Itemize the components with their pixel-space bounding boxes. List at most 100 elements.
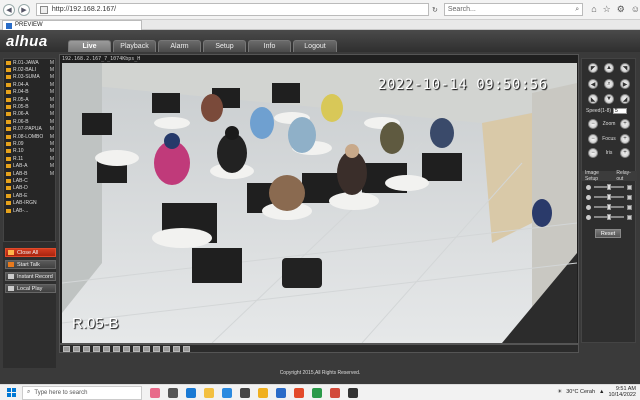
layout-custom-icon[interactable] [103, 345, 110, 352]
hue-slider[interactable] [586, 203, 634, 211]
stream-icon[interactable] [163, 345, 170, 352]
channel-item[interactable]: R.06-A M [4, 111, 55, 118]
slider-track[interactable] [594, 194, 624, 200]
channel-stream-badge[interactable]: M [50, 111, 54, 117]
contrast-slider[interactable] [586, 193, 634, 201]
channel-stream-badge[interactable]: M [50, 134, 54, 140]
widget-icon[interactable] [150, 387, 160, 398]
slider-reset-icon[interactable] [627, 214, 632, 220]
channel-stream-badge[interactable]: M [50, 163, 54, 169]
ptz-left-icon[interactable]: ◀ [588, 79, 598, 89]
file-explorer-icon[interactable] [204, 387, 214, 398]
tab-image-setup[interactable]: Image Setup [585, 170, 612, 182]
nav-logout[interactable]: Logout [293, 40, 337, 52]
channel-item[interactable]: R.08-LOMBO M [4, 133, 55, 140]
chrome-icon[interactable] [294, 387, 304, 398]
ptz-right-icon[interactable]: ▶ [620, 79, 630, 89]
channel-item[interactable]: R.05-B M [4, 103, 55, 110]
channel-item[interactable]: R.11 M [4, 155, 55, 162]
instant-record-button[interactable]: Instant Record [5, 272, 56, 281]
slider-thumb[interactable] [607, 204, 611, 210]
nav-live[interactable]: Live [68, 40, 111, 52]
layout-1-icon[interactable] [63, 345, 70, 352]
app-icon[interactable] [312, 387, 322, 398]
nav-playback[interactable]: Playback [113, 40, 156, 52]
channel-list[interactable]: R.01-JAWA M R.02-BALI M R.03-SUMA M R.04-A M R.0… [3, 58, 56, 242]
channel-stream-badge[interactable]: M [50, 89, 54, 95]
zoom-out-icon[interactable]: − [588, 119, 598, 129]
close-all-button[interactable]: Close All [5, 248, 56, 257]
browser-tab[interactable]: PREVIEW [2, 20, 142, 30]
start-button[interactable] [0, 385, 22, 400]
channel-stream-badge[interactable]: M [50, 82, 54, 88]
favorites-icon[interactable]: ☆ [603, 4, 611, 15]
audio-icon[interactable] [143, 345, 150, 352]
saturation-slider[interactable] [586, 213, 634, 221]
forward-button[interactable]: ▶ [17, 3, 30, 16]
channel-stream-badge[interactable]: M [50, 119, 54, 125]
folder-icon[interactable] [258, 387, 268, 398]
settings-gear-icon[interactable]: ⚙ [617, 4, 625, 15]
ptz-down-right-icon[interactable]: ◢ [620, 94, 630, 104]
home-icon[interactable]: ⌂ [591, 4, 596, 15]
ptz-up-icon[interactable]: ▲ [604, 63, 614, 73]
record-toggle-icon[interactable] [133, 345, 140, 352]
channel-item[interactable]: LAB-A M [4, 162, 55, 169]
nav-info[interactable]: Info [248, 40, 291, 52]
channel-stream-badge[interactable]: M [50, 126, 54, 132]
layout-16-icon[interactable] [93, 345, 100, 352]
reset-button[interactable]: Reset [595, 229, 621, 238]
slider-track[interactable] [594, 214, 624, 220]
fullscreen-icon[interactable] [113, 345, 120, 352]
slider-thumb[interactable] [607, 184, 611, 190]
channel-item[interactable]: R.04-A M [4, 81, 55, 88]
channel-stream-badge[interactable]: M [50, 60, 54, 66]
url-field[interactable]: http://192.168.2.167/ [35, 3, 429, 16]
nav-setup[interactable]: Setup [203, 40, 246, 52]
layout-9-icon[interactable] [83, 345, 90, 352]
focus-out-icon[interactable]: − [588, 134, 598, 144]
clock[interactable]: 9:51 AM 10/14/2022 [608, 386, 636, 398]
smiley-icon[interactable]: ☺ [631, 4, 640, 15]
iris-close-icon[interactable]: − [588, 148, 598, 158]
ptz-center-icon[interactable]: ⌕ [604, 79, 614, 89]
channel-item[interactable]: R.02-BALI M [4, 66, 55, 73]
camera-feed[interactable]: 2022-10-14 09:50:56 R.05-B [62, 63, 577, 343]
internet-explorer-icon[interactable] [276, 387, 286, 398]
channel-item[interactable]: R.07-PAPUA M [4, 126, 55, 133]
channel-item[interactable]: R.05-A M [4, 96, 55, 103]
store-icon[interactable] [240, 387, 250, 398]
video-window[interactable]: 192.168.2.167_7_1074Kbps_H 2022-10-14 09… [59, 54, 579, 344]
slider-track[interactable] [594, 184, 624, 190]
back-button[interactable]: ◀ [3, 3, 15, 16]
app3-icon[interactable] [348, 387, 358, 398]
app2-icon[interactable] [330, 387, 340, 398]
nav-alarm[interactable]: Alarm [158, 40, 201, 52]
channel-item[interactable]: LAB-IRGN [4, 199, 55, 206]
edge-icon[interactable] [222, 387, 232, 398]
channel-stream-badge[interactable]: M [50, 104, 54, 110]
snapshot-icon[interactable] [123, 345, 130, 352]
channel-stream-badge[interactable]: M [50, 148, 54, 154]
slider-thumb[interactable] [607, 194, 611, 200]
slider-reset-icon[interactable] [627, 204, 632, 210]
local-play-button[interactable]: Local Play [5, 284, 56, 293]
brightness-slider[interactable] [586, 183, 634, 191]
channel-item[interactable]: LAB-B M [4, 170, 55, 177]
channel-item[interactable]: R.06-B M [4, 118, 55, 125]
slider-reset-icon[interactable] [627, 184, 632, 190]
smooth-icon[interactable] [183, 345, 190, 352]
browser-search-field[interactable]: Search... ⌕ [443, 3, 584, 16]
channel-item[interactable]: LAB-... [4, 207, 55, 214]
iris-open-icon[interactable]: + [620, 148, 630, 158]
mail-icon[interactable] [186, 387, 196, 398]
taskbar-search[interactable]: ⌕ Type here to search [22, 385, 142, 400]
zoom-in-icon[interactable]: + [620, 119, 630, 129]
speed-select[interactable]: 5 [613, 108, 628, 114]
focus-in-icon[interactable]: + [620, 134, 630, 144]
tab-relay-out[interactable]: Relay-out [616, 170, 637, 182]
channel-stream-badge[interactable]: M [50, 97, 54, 103]
channel-stream-badge[interactable]: M [50, 156, 54, 162]
channel-item[interactable]: LAB-C [4, 177, 55, 184]
channel-item[interactable]: LAB-D [4, 185, 55, 192]
